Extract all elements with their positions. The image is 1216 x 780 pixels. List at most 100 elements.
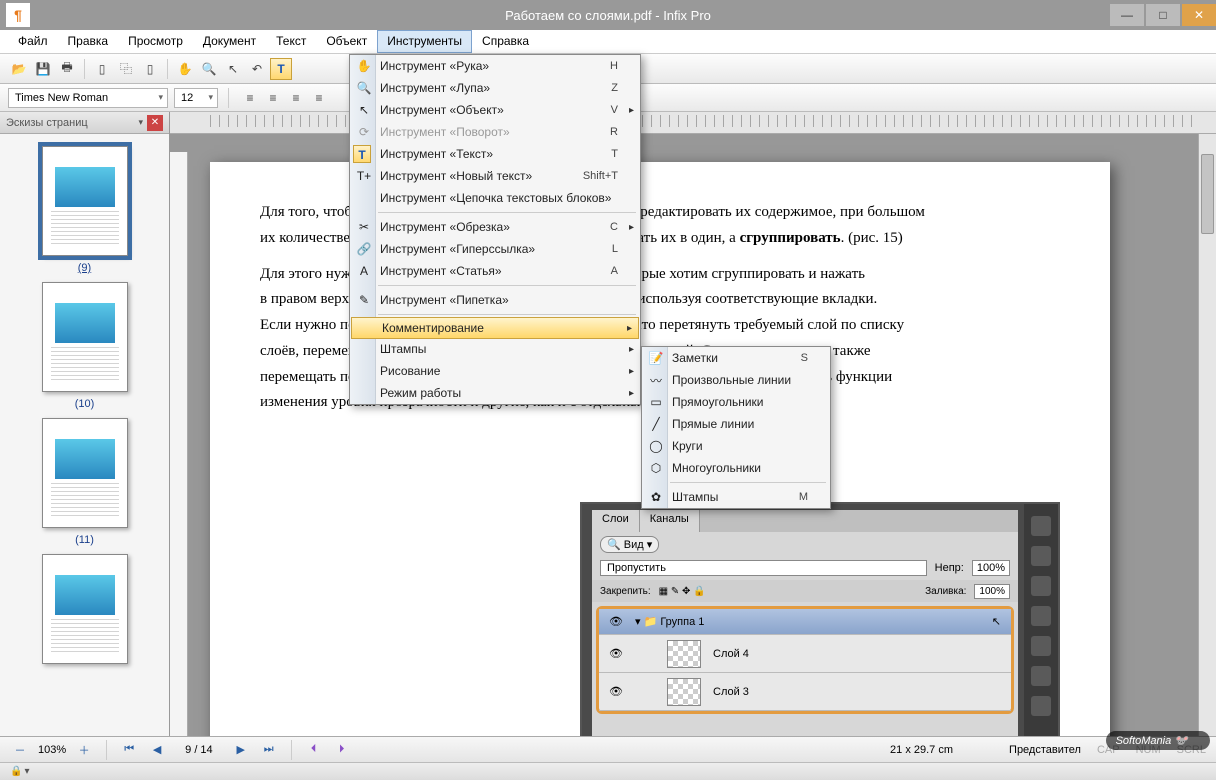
menu-справка[interactable]: Справка [472,30,539,53]
page-indicator: 9 / 14 [175,744,223,756]
menu-item[interactable]: TИнструмент «Текст»T [350,143,640,165]
menu-item[interactable]: 🔍Инструмент «Лупа»Z [350,77,640,99]
body-text: . (рис. 15) [841,230,903,246]
align-justify-icon[interactable]: ≡ [308,87,330,109]
zoom-tool-icon[interactable]: 🔍 [198,58,220,80]
side-icon [1031,516,1051,536]
layers-tab: Слои [592,510,640,532]
opacity-label: Непр: [935,562,964,574]
font-name-combo[interactable]: Times New Roman [8,88,168,108]
copy-icon[interactable]: ⿻ [115,58,137,80]
text-tool-icon[interactable]: T [270,58,292,80]
view-button: 🔍 Вид ▾ [600,536,659,553]
menu-item[interactable]: ✎Инструмент «Пипетка» [350,289,640,311]
fill-value: 100% [974,584,1010,599]
last-page-icon[interactable]: ⏭ [259,741,279,759]
print-icon[interactable]: 🖶 [56,58,78,80]
open-icon[interactable]: 📂 [8,58,30,80]
zoom-value: 103% [38,744,66,756]
side-icon [1031,606,1051,626]
save-icon[interactable]: 💾 [32,58,54,80]
undo-icon[interactable]: ↶ [246,58,268,80]
page-thumbnail[interactable]: (10) [42,282,128,410]
body-text-bold: сгруппировать [740,230,841,246]
window-title: Работаем со слоями.pdf - Infix Pro [0,8,1216,23]
hand-tool-icon[interactable]: ✋ [174,58,196,80]
submenu-item[interactable]: ⬡Многоугольники [642,457,830,479]
lock-label: Закрепить: [600,586,651,597]
align-right-icon[interactable]: ≡ [285,87,307,109]
channels-tab: Каналы [640,510,700,532]
menu-item[interactable]: Комментирование▸ [351,317,639,339]
font-size-combo[interactable]: 12 [174,88,218,108]
prev-page-icon[interactable]: ◀ [147,741,167,759]
font-size-value: 12 [181,92,193,104]
lock-icon: 🔒 [10,766,22,777]
menu-просмотр[interactable]: Просмотр [118,30,193,53]
side-icon [1031,546,1051,566]
align-left-icon[interactable]: ≡ [239,87,261,109]
nav-fwd-icon[interactable]: ⏵ [332,741,352,759]
submenu-item[interactable]: ◯Круги [642,435,830,457]
menu-item[interactable]: AИнструмент «Статья»A [350,260,640,282]
menu-инструменты[interactable]: Инструменты [377,30,472,53]
status-grip: 🔒▾ [0,762,1216,780]
opacity-value: 100% [972,560,1010,576]
menu-item[interactable]: Рисование▸ [350,360,640,382]
menu-item[interactable]: ✂Инструмент «Обрезка»C▸ [350,216,640,238]
fill-label: Заливка: [925,586,966,597]
embedded-screenshot: Слои Каналы 🔍 Вид ▾ Пропустить Непр: 100… [580,502,1060,736]
page-icon[interactable]: ▯ [91,58,113,80]
layer-row: 👁Слой 3 [599,673,1011,711]
menu-item[interactable]: Режим работы▸ [350,382,640,404]
menu-текст[interactable]: Текст [266,30,316,53]
layer-group-row: 👁▾ 📁 Группа 1↖ [599,609,1011,635]
page-thumbnail[interactable]: (11) [42,418,128,546]
vertical-scrollbar[interactable] [1198,134,1216,736]
page-dimensions: 21 x 29.7 cm [890,744,953,756]
side-icon [1031,696,1051,716]
submenu-item[interactable]: 📝ЗаметкиS [642,347,830,369]
thumbs-close-icon[interactable]: ✕ [147,115,163,131]
zoom-out-icon[interactable]: － [10,741,30,759]
menu-item[interactable]: Штампы▸ [350,338,640,360]
menu-item[interactable]: 🔗Инструмент «Гиперссылка»L [350,238,640,260]
first-page-icon[interactable]: ⏮ [119,741,139,759]
doc-icon[interactable]: ▯ [139,58,161,80]
side-icon [1031,666,1051,686]
menubar: ФайлПравкаПросмотрДокументТекстОбъектИнс… [0,30,1216,54]
thumbnails-title: Эскизы страниц [6,117,88,129]
menu-объект[interactable]: Объект [316,30,377,53]
side-icon [1031,636,1051,656]
menu-правка[interactable]: Правка [58,30,119,53]
vertical-ruler [170,152,188,736]
titlebar: ¶ Работаем со слоями.pdf - Infix Pro ― □… [0,0,1216,30]
blend-mode: Пропустить [600,560,927,576]
submenu-item[interactable]: ▭Прямоугольники [642,391,830,413]
menu-item[interactable]: Инструмент «Цепочка текстовых блоков» [350,187,640,209]
horizontal-ruler [170,112,1216,134]
commenting-submenu: 📝ЗаметкиS〰Произвольные линии▭Прямоугольн… [641,346,831,509]
submenu-item[interactable]: ✿ШтампыM [642,486,830,508]
page-thumbnail[interactable] [42,554,128,670]
tools-menu-dropdown: ✋Инструмент «Рука»H🔍Инструмент «Лупа»Z↖И… [349,54,641,405]
submenu-item[interactable]: 〰Произвольные линии [642,369,830,391]
nav-back-icon[interactable]: ⏴ [304,741,324,759]
side-icon [1031,576,1051,596]
pointer-tool-icon[interactable]: ↖ [222,58,244,80]
menu-item[interactable]: T+Инструмент «Новый текст»Shift+T [350,165,640,187]
next-page-icon[interactable]: ▶ [231,741,251,759]
layer-row: 👁Слой 4 [599,635,1011,673]
menu-item[interactable]: ✋Инструмент «Рука»H [350,55,640,77]
menu-item[interactable]: ↖Инструмент «Объект»V▸ [350,99,640,121]
submenu-item[interactable]: ╱Прямые линии [642,413,830,435]
thumbnails-panel: Эскизы страниц ▾ ✕ (9)(10)(11) [0,112,170,736]
status-pred: Представител [1009,744,1081,756]
page-thumbnail[interactable]: (9) [42,146,128,274]
thumbs-dropdown-icon[interactable]: ▾ [138,117,143,128]
menu-файл[interactable]: Файл [8,30,58,53]
menu-item[interactable]: ⟳Инструмент «Поворот»R [350,121,640,143]
zoom-in-icon[interactable]: ＋ [74,741,94,759]
align-center-icon[interactable]: ≡ [262,87,284,109]
menu-документ[interactable]: Документ [193,30,266,53]
